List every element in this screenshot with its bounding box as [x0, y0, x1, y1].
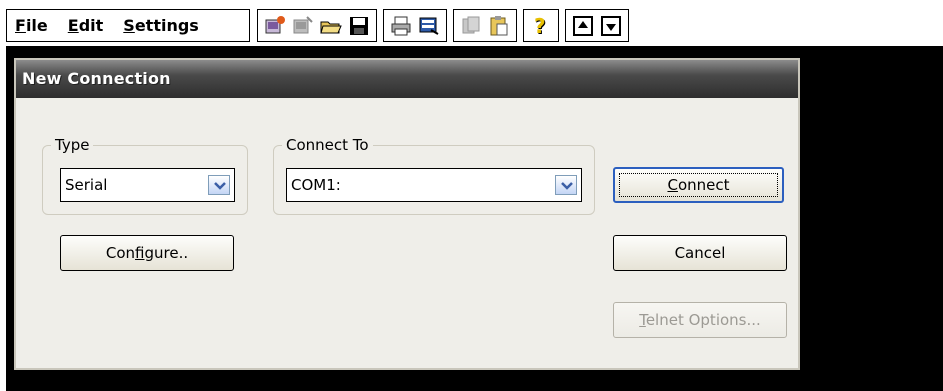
type-group-label: Type	[51, 136, 94, 154]
toolbar-group-clipboard	[453, 9, 517, 42]
configure-label-post: igure..	[144, 244, 189, 262]
telnet-mnemonic: T	[639, 311, 646, 329]
configure-button[interactable]: Configure..	[60, 235, 234, 271]
svg-text:?: ?	[534, 14, 546, 38]
connect-to-group-label: Connect To	[282, 136, 373, 154]
telnet-options-button[interactable]: Telnet Options...	[613, 302, 787, 338]
type-select[interactable]: Serial	[60, 168, 235, 202]
paste-icon[interactable]	[487, 14, 511, 38]
print-setup-icon[interactable]	[417, 14, 441, 38]
menu-file-mnemonic: F	[15, 16, 26, 35]
menu-file[interactable]: File	[7, 16, 56, 35]
type-select-value: Serial	[65, 176, 108, 194]
new-connection-dialog: New Connection Type Serial Connect To CO…	[14, 58, 800, 370]
toolbar-group-print	[383, 9, 447, 42]
configure-label-pre: Con	[105, 244, 136, 262]
disconnect-icon[interactable]	[291, 14, 315, 38]
toolbar-group-help: ??	[523, 9, 559, 42]
chevron-down-icon[interactable]	[555, 175, 577, 195]
new-connection-icon[interactable]	[263, 14, 287, 38]
connect-button[interactable]: Connect	[613, 167, 784, 203]
chevron-down-icon[interactable]	[208, 175, 230, 195]
type-groupbox: Type Serial	[42, 136, 248, 215]
menu-settings-mnemonic: S	[123, 16, 135, 35]
menu-edit-mnemonic: E	[67, 16, 79, 35]
menu-settings[interactable]: Settings	[115, 16, 207, 35]
connect-to-select[interactable]: COM1:	[286, 168, 582, 202]
telnet-label: elnet Options...	[645, 311, 761, 329]
menu-file-label: ile	[25, 16, 48, 35]
toolbar: ??	[257, 9, 629, 42]
copy-icon[interactable]	[459, 14, 483, 38]
application-window: File Edit Settings ? ? New Connection Ty…	[0, 0, 943, 391]
open-folder-icon[interactable]	[319, 14, 343, 38]
cancel-button[interactable]: Cancel	[613, 235, 787, 271]
dialog-title: New Connection	[16, 60, 798, 98]
connect-to-select-value: COM1:	[291, 176, 341, 194]
print-icon[interactable]	[389, 14, 413, 38]
menu-bar: File Edit Settings ? ?	[0, 0, 943, 46]
menu-settings-label: ettings	[134, 16, 199, 35]
scroll-up-icon[interactable]	[571, 14, 595, 38]
menu-edit-label: dit	[78, 16, 104, 35]
menu-edit[interactable]: Edit	[60, 16, 112, 35]
save-disk-icon[interactable]	[347, 14, 371, 38]
toolbar-group-scroll	[565, 9, 629, 42]
help-icon[interactable]: ??	[529, 14, 553, 39]
menu-group: File Edit Settings	[6, 9, 250, 42]
connect-to-groupbox: Connect To COM1:	[273, 136, 595, 215]
scroll-down-icon[interactable]	[599, 14, 623, 38]
toolbar-group-connection	[257, 9, 377, 42]
focus-rect	[619, 173, 778, 197]
